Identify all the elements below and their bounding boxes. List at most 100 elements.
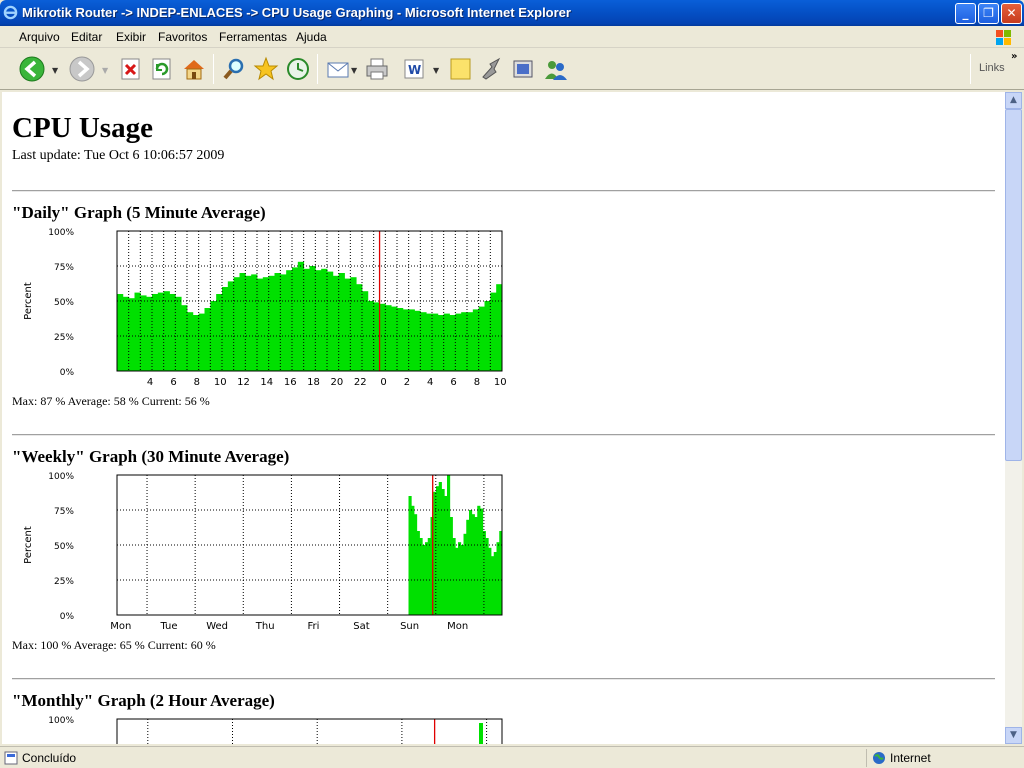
divider [12,434,995,436]
x-tick-label: 20 [331,377,344,388]
data-bar [163,291,170,371]
x-tick-label: Tue [159,621,177,632]
data-bar [268,275,275,371]
x-tick-label: Sat [353,621,369,632]
data-bar [444,496,448,615]
menu-favoritos[interactable]: Favoritos [158,30,207,44]
data-bar [128,298,135,371]
back-dropdown-icon[interactable]: ▼ [52,66,58,75]
messenger-icon[interactable] [542,55,570,83]
data-bar [192,315,200,371]
data-bar [490,292,497,371]
vertical-scrollbar[interactable]: ▲ ▼ [1005,92,1022,744]
data-bar [420,312,427,371]
page-title: CPU Usage [12,112,153,144]
edit-dropdown-icon[interactable]: ▼ [433,66,439,75]
data-bar [297,261,305,371]
minimize-button[interactable]: _ [955,3,976,24]
scroll-down-icon[interactable]: ▼ [1005,727,1022,744]
data-bar [274,273,281,371]
mail-dropdown-icon[interactable]: ▼ [351,66,357,75]
data-bar [469,510,473,615]
data-bar [338,273,345,371]
title-bar[interactable]: Mikrotik Router -> INDEP-ENLACES -> CPU … [0,0,1024,26]
search-icon[interactable] [220,55,248,83]
menu-arquivo[interactable]: Arquivo [19,30,60,44]
daily-graph-title: "Daily" Graph (5 Minute Average) [12,203,266,222]
data-bar [134,292,141,371]
forward-icon[interactable] [68,55,96,83]
menu-exibir[interactable]: Exibir [116,30,146,44]
data-bar [426,313,433,371]
data-bar [480,508,484,615]
plot-area [117,719,502,744]
y-tick-label: 75% [54,507,74,517]
data-bar [327,271,334,371]
mail-icon[interactable] [325,55,353,83]
discuss-note-icon[interactable] [447,55,475,83]
toolbar-separator [970,54,971,84]
daily-graph: 100% 75% 50% 25% 0% Percent 4 6 8 10 12 14 16 18 20 22 0… [23,228,507,388]
y-axis-label: Percent [23,282,34,320]
status-text: Concluído [22,751,77,765]
more-chevron-icon[interactable]: » [1011,51,1017,62]
data-bar [362,291,369,371]
favorites-icon[interactable] [252,55,280,83]
print-icon[interactable] [363,55,391,83]
menu-ajuda[interactable]: Ajuda [296,30,327,44]
data-bar [385,305,392,371]
weekly-graph: 100% 75% 50% 25% 0% Percent Mon Tue Wed Thu Fri Sat… [23,472,503,632]
x-tick-label: 2 [404,377,410,388]
y-tick-label: 50% [54,298,74,308]
refresh-icon[interactable] [148,55,176,83]
data-bar [467,312,474,371]
data-bar [491,556,495,615]
menu-editar[interactable]: Editar [71,30,102,44]
media-icon[interactable] [510,55,538,83]
data-bar [321,268,328,371]
data-bar [496,542,500,615]
menu-ferramentas[interactable]: Ferramentas [219,30,287,44]
data-bar [411,505,415,615]
history-icon[interactable] [284,55,312,83]
data-bar [140,295,147,371]
scroll-up-icon[interactable]: ▲ [1005,92,1022,109]
scroll-thumb[interactable] [1005,109,1022,461]
forward-dropdown-icon[interactable]: ▼ [102,66,108,75]
research-icon[interactable] [478,55,506,83]
data-bar [175,296,182,371]
menu-bar: Arquivo Editar Exibir Favoritos Ferramen… [0,26,1024,48]
data-bar [239,273,246,371]
links-button[interactable]: Links [979,62,1005,74]
status-bar: Concluído Internet [0,746,1024,768]
monthly-graph: 100% [48,716,503,744]
y-tick-label: 25% [54,577,74,587]
data-bar [482,531,486,615]
x-tick-label: 10 [494,377,507,388]
data-bar [449,315,456,371]
maximize-button[interactable]: ❐ [978,3,999,24]
data-bar [157,292,165,371]
close-button[interactable]: ✕ [1001,3,1022,24]
stop-icon[interactable] [117,55,145,83]
data-bar [461,312,468,371]
back-icon[interactable] [18,55,46,83]
svg-text:W: W [408,63,421,77]
data-bar [303,268,310,371]
data-bar [471,514,475,615]
x-tick-label: 22 [354,377,367,388]
weekly-graph-title: "Weekly" Graph (30 Minute Average) [12,447,290,466]
data-bar [251,274,258,371]
data-bar [245,275,252,371]
x-tick-label: 4 [147,377,153,388]
x-tick-label: 0 [380,377,386,388]
x-tick-label: Thu [255,621,275,632]
edit-word-icon[interactable]: W [400,55,428,83]
data-bar [466,519,470,615]
data-bar [414,310,421,371]
data-bar [122,296,130,371]
y-axis-label: Percent [23,526,34,564]
weekly-graph-stats: Max: 100 % Average: 65 % Current: 60 % [12,638,216,652]
home-icon[interactable] [180,55,208,83]
data-bar [437,315,445,371]
